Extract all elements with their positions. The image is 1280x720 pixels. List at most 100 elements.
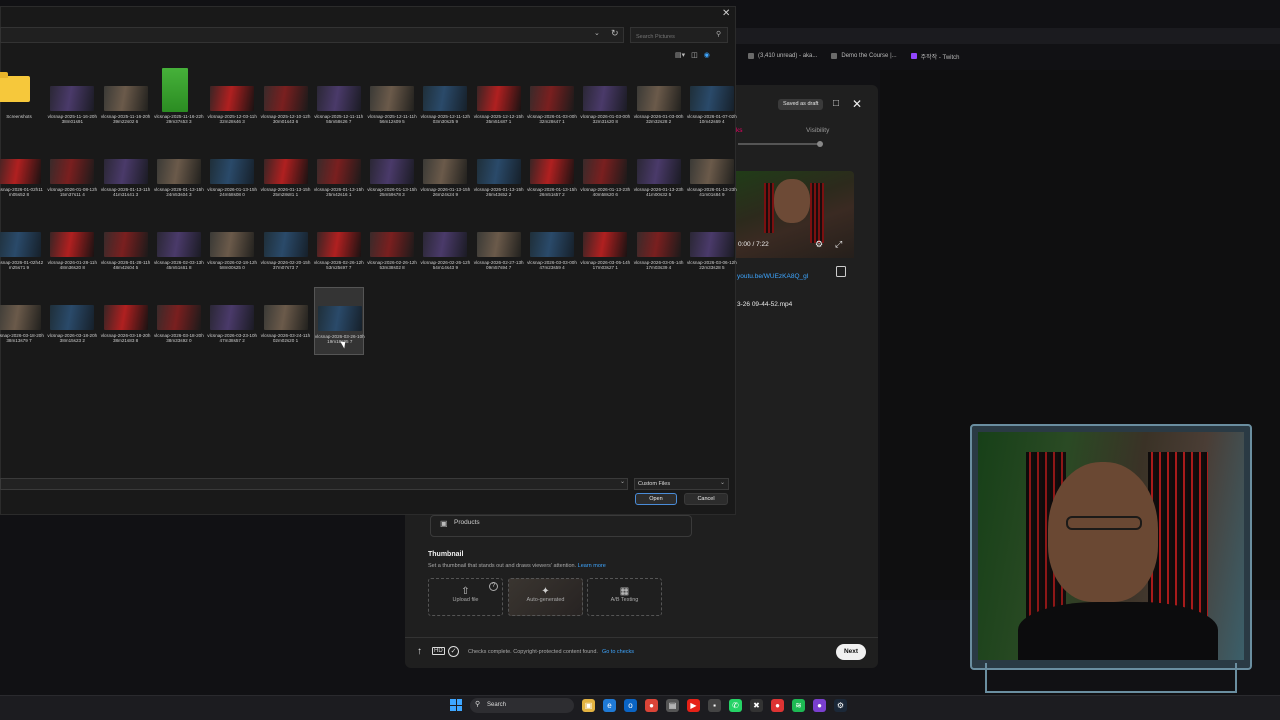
file-item[interactable]: vlcsnap-2025-12-11-11h55m58s26 7 bbox=[314, 68, 364, 136]
file-item[interactable]: vlcsnap-2026-03-23-10h47m38s57 2 bbox=[207, 287, 257, 355]
file-item[interactable]: vlcsnap-2026-01-13-15h25m59s78 3 bbox=[367, 141, 417, 209]
file-item[interactable]: vlcsnap-2026-02-27-13h09m57s94 7 bbox=[474, 214, 524, 282]
file-item[interactable]: vlcsnap-2026-01-28-11h48m36s20 8 bbox=[47, 214, 97, 282]
file-item[interactable]: vlcsnap-2026-01-13-15h26m43s52 2 bbox=[474, 141, 524, 209]
file-item[interactable]: vlcsnap-2026-01-13-15h24m58s08 0 bbox=[207, 141, 257, 209]
file-item[interactable]: vlcsnap-2026-01-13-15h25m42s16 1 bbox=[314, 141, 364, 209]
youtube-icon[interactable]: ▶ bbox=[687, 699, 700, 712]
app-icon-purple[interactable]: ● bbox=[813, 699, 826, 712]
file-item[interactable]: vlcsnap-2026-03-06-12h22m33s28 5 bbox=[687, 214, 737, 282]
file-item[interactable]: vlcsnap-2026-03-05-14h17m03s27 1 bbox=[580, 214, 630, 282]
gear-icon[interactable]: ⚙ bbox=[815, 239, 823, 250]
refresh-icon[interactable]: ↻ bbox=[611, 28, 619, 39]
file-item[interactable]: vlcsnap-2026-02-20-15h37m07s73 7 bbox=[261, 214, 311, 282]
file-item[interactable]: vlcsnap-2025-12-11-11h56m12s09 5 bbox=[367, 68, 417, 136]
file-type-select[interactable]: Custom Files bbox=[634, 478, 729, 490]
file-item[interactable]: vlcsnap-2025-12-11-12h03m30s25 9 bbox=[420, 68, 470, 136]
file-item[interactable]: vlcsnap-2025-11-16-22h29m37s53 3 bbox=[154, 68, 204, 136]
capcut-icon[interactable]: ✖ bbox=[750, 699, 763, 712]
bookmark-mail[interactable]: (3,410 unread) - aka... bbox=[748, 53, 817, 59]
file-item[interactable]: vlcsnap-2026-03-05-14h17m03s39 4 bbox=[634, 214, 684, 282]
step-checks[interactable]: ks bbox=[736, 127, 743, 134]
file-item[interactable]: vlcsnap-2026-01-03-00h32m28s47 1 bbox=[527, 68, 577, 136]
file-item[interactable]: vlcsnap-2026-02-03-13h45m51s61 8 bbox=[154, 214, 204, 282]
file-item[interactable]: vlcsnap-2026-01-13-15h26m51s57 2 bbox=[527, 141, 577, 209]
file-item[interactable]: vlcsnap-2026-01-02h42m25s71 9 bbox=[0, 214, 44, 282]
view-layout-icon[interactable]: ▤▾ bbox=[675, 51, 685, 59]
file-item[interactable]: vlcsnap-2026-01-07-02h10m42s69 4 bbox=[687, 68, 737, 136]
file-item[interactable]: vlcsnap-2026-03-18-20h38m13s79 7 bbox=[0, 287, 44, 355]
file-item[interactable]: vlcsnap-2026-01-13-15h25m28s81 1 bbox=[261, 141, 311, 209]
open-button[interactable]: Open bbox=[635, 493, 677, 505]
filename-input[interactable] bbox=[0, 478, 628, 490]
outlook-icon[interactable]: o bbox=[624, 699, 637, 712]
steam-icon[interactable]: ⚙ bbox=[834, 699, 847, 712]
step-progress-dot bbox=[817, 141, 823, 147]
edge-icon[interactable]: e bbox=[603, 699, 616, 712]
app-icon[interactable]: ▪ bbox=[708, 699, 721, 712]
app-icon-red[interactable]: ● bbox=[771, 699, 784, 712]
auto-generated-thumbnail[interactable]: ✦ Auto-generated bbox=[508, 578, 583, 616]
windows-start-icon[interactable] bbox=[450, 699, 462, 711]
file-item[interactable]: vlcsnap-2026-01-28-11h48m42s04 5 bbox=[101, 214, 151, 282]
feedback-icon[interactable]: □ bbox=[830, 98, 842, 110]
file-item[interactable]: vlcsnap-2026-01-13-23h40m58s20 6 bbox=[580, 141, 630, 209]
video-link[interactable]: youtu.be/WUEzKA8Q_gI bbox=[737, 273, 809, 280]
file-item[interactable]: vlcsnap-2026-01-02h11m05s52 8 bbox=[0, 141, 44, 209]
spotify-icon[interactable]: ≋ bbox=[792, 699, 805, 712]
file-item[interactable]: vlcsnap-2026-01-13-23h41m00s32 5 bbox=[634, 141, 684, 209]
go-to-checks-link[interactable]: Go to checks bbox=[602, 649, 634, 655]
file-item[interactable]: vlcsnap-2026-01-13-23h41m01s84 9 bbox=[687, 141, 737, 209]
close-icon[interactable]: ✕ bbox=[850, 97, 864, 111]
address-bar[interactable] bbox=[0, 27, 624, 43]
file-item[interactable]: vlcsnap-2026-03-18-20h38m15s23 2 bbox=[47, 287, 97, 355]
file-item[interactable]: vlcsnap-2026-02-26-12h53m38s02 8 bbox=[367, 214, 417, 282]
taskbar-search[interactable]: Search bbox=[470, 698, 574, 713]
bookmark-twitch[interactable]: 주작작 - Twitch bbox=[910, 52, 960, 61]
file-item[interactable]: vlcsnap-2025-12-10-12h30m01s43 6 bbox=[261, 68, 311, 136]
file-item[interactable]: vlcsnap-2026-01-13-15h24m53s04 3 bbox=[154, 141, 204, 209]
checks-complete-icon[interactable]: ✓ bbox=[448, 646, 459, 657]
calendar-icon[interactable]: ▤ bbox=[666, 699, 679, 712]
file-explorer-icon[interactable]: ▣ bbox=[582, 699, 595, 712]
browser-address-bar[interactable] bbox=[736, 28, 1280, 44]
file-item[interactable]: vlcsnap-2026-01-03-00h32m31s20 8 bbox=[580, 68, 630, 136]
fullscreen-icon[interactable]: ⤢ bbox=[835, 239, 842, 250]
copy-icon[interactable] bbox=[836, 266, 846, 277]
file-item[interactable]: vlcsnap-2026-02-18-12h58m00s25 0 bbox=[207, 214, 257, 282]
file-item[interactable]: vlcsnap-2026-01-03-00h32m32s28 2 bbox=[634, 68, 684, 136]
file-item[interactable]: vlcsnap-2026-02-26-12h54m14s43 9 bbox=[420, 214, 470, 282]
file-item[interactable]: vlcsnap-2025-12-03-11h32m28s46 3 bbox=[207, 68, 257, 136]
file-item[interactable]: vlcsnap-2026-01-13-11h41m31s41 3 bbox=[101, 141, 151, 209]
bookmark-demo-course[interactable]: Demo the Course |... bbox=[831, 53, 897, 59]
next-button[interactable]: Next bbox=[836, 644, 866, 660]
details-pane-icon[interactable]: ◫ bbox=[691, 51, 698, 59]
file-item[interactable]: vlcsnap-2026-01-13-15h26m24s24 9 bbox=[420, 141, 470, 209]
whatsapp-icon[interactable]: ✆ bbox=[729, 699, 742, 712]
search-input[interactable] bbox=[630, 27, 728, 43]
file-item[interactable]: vlcsnap-2026-03-18-20h38m33s92 0 bbox=[154, 287, 204, 355]
help-icon[interactable]: ◉ bbox=[704, 51, 710, 59]
file-item[interactable]: vlcsnap-2026-03-26-10h19m18s95 7 bbox=[313, 287, 365, 355]
help-icon[interactable]: ? bbox=[489, 582, 498, 591]
file-item[interactable]: vlcsnap-2025-11-16-20h39m22s02 6 bbox=[101, 68, 151, 136]
chrome-icon[interactable]: ● bbox=[645, 699, 658, 712]
chevron-down-icon[interactable]: ⌄ bbox=[620, 478, 625, 485]
chevron-down-icon[interactable]: ⌄ bbox=[594, 29, 600, 37]
file-item[interactable]: vlcsnap-2025-11-16-20h38m01s91 bbox=[47, 68, 97, 136]
file-item[interactable]: vlcsnap-2026-03-03-00h47m23s59 4 bbox=[527, 214, 577, 282]
hd-icon[interactable]: HD bbox=[432, 647, 445, 655]
ab-testing-button[interactable]: ▦ A/B Testing bbox=[587, 578, 662, 616]
file-item[interactable]: vlcsnap-2026-03-18-20h38m21s83 8 bbox=[101, 287, 151, 355]
cancel-button[interactable]: Cancel bbox=[684, 493, 728, 505]
file-item[interactable]: vlcsnap-2026-03-24-11h02m02s20 1 bbox=[261, 287, 311, 355]
upload-status-icon[interactable]: ↑ bbox=[417, 646, 422, 657]
file-item[interactable]: vlcsnap-2026-01-08-12h15m37s11 4 bbox=[47, 141, 97, 209]
folder-item[interactable]: Screenshots bbox=[0, 68, 44, 136]
step-visibility[interactable]: Visibility bbox=[806, 127, 829, 134]
file-item[interactable]: vlcsnap-2025-12-12-15h35m51s87 1 bbox=[474, 68, 524, 136]
chevron-down-icon[interactable]: ⌄ bbox=[720, 479, 725, 486]
close-icon[interactable]: ✕ bbox=[722, 8, 730, 19]
learn-more-link[interactable]: Learn more bbox=[578, 563, 606, 569]
file-item[interactable]: vlcsnap-2026-02-26-12h53m25s97 7 bbox=[314, 214, 364, 282]
